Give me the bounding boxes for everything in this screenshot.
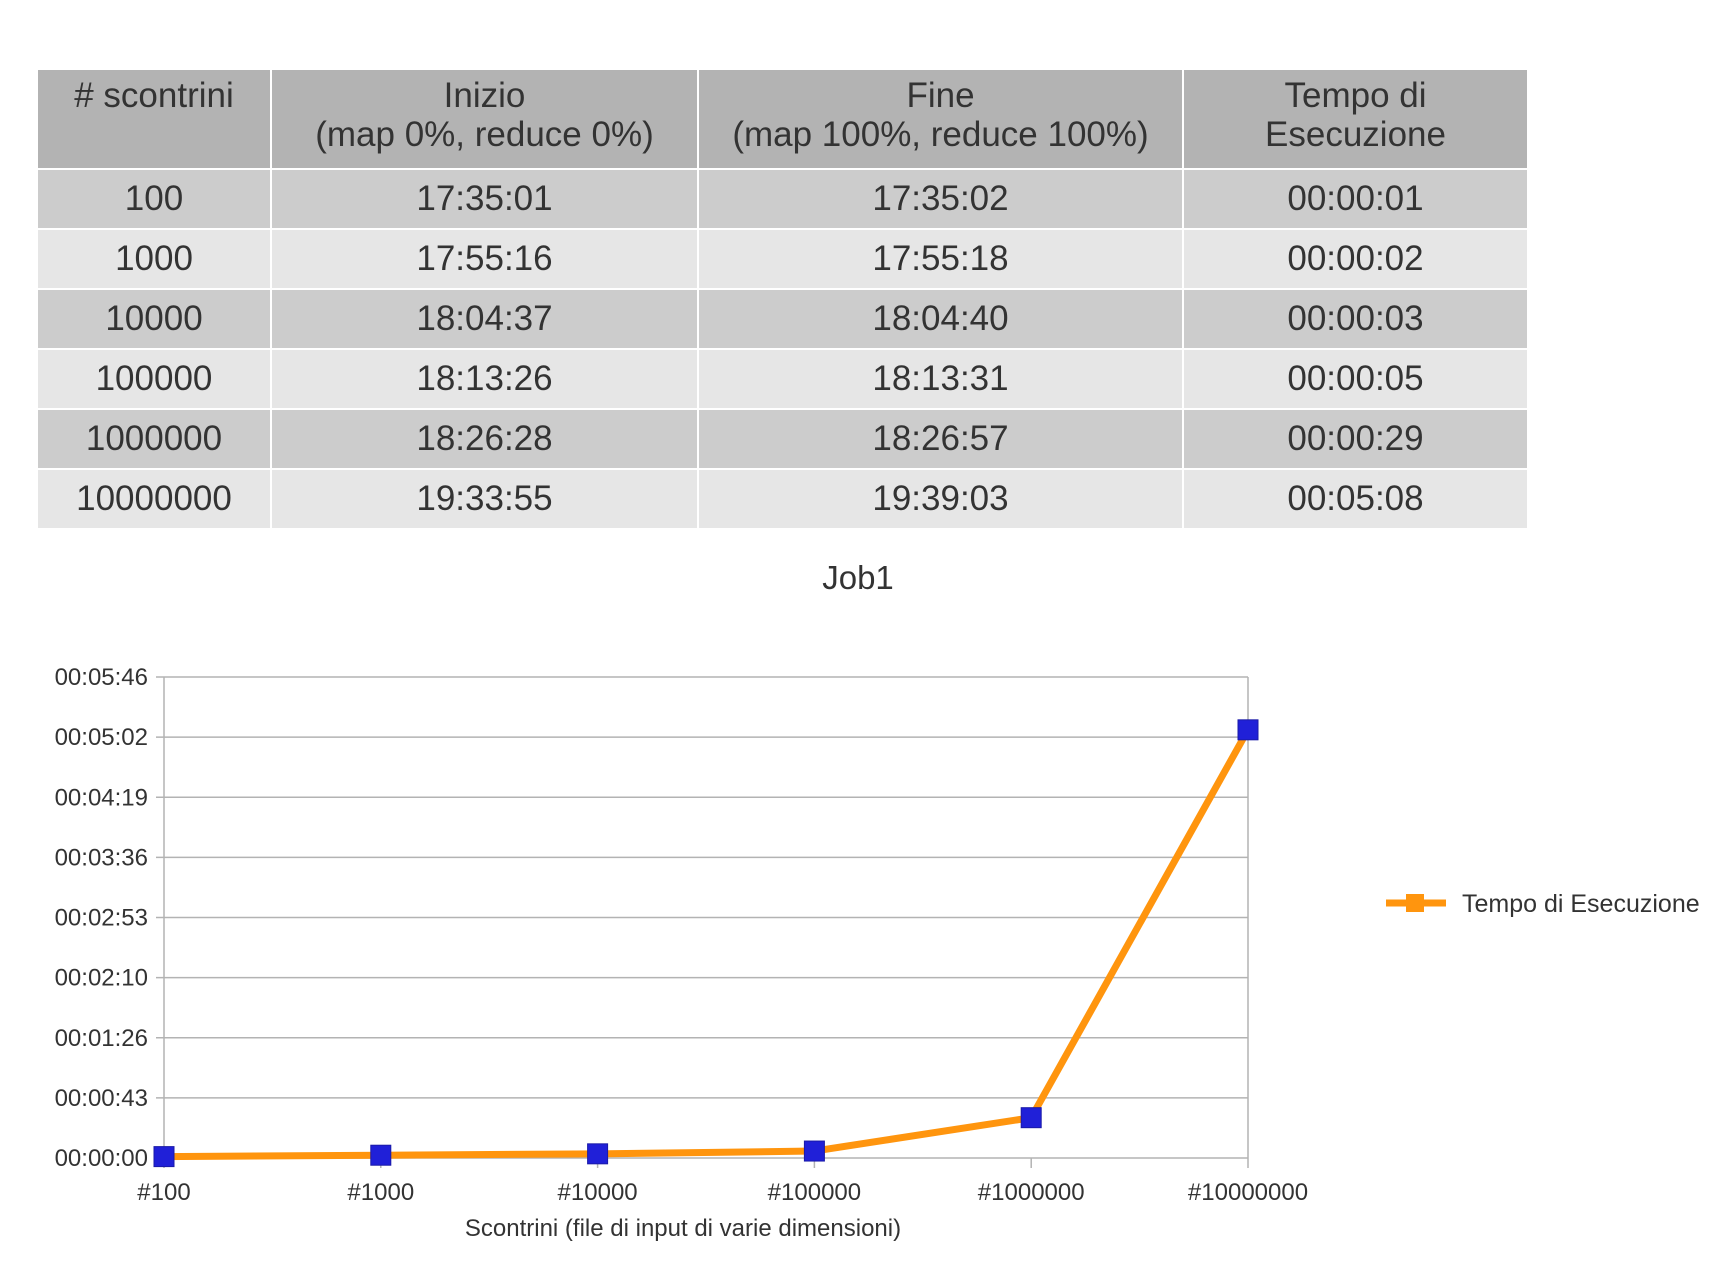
data-point-marker: [370, 1144, 392, 1166]
x-tick-label: #1000000: [978, 1179, 1085, 1206]
chart-title: Job1: [822, 559, 894, 596]
table-row: 100000 18:13:26 18:13:31 00:00:05: [36, 348, 1529, 410]
table-cell: 1000000: [36, 408, 272, 470]
table-row: 1000000 18:26:28 18:26:57 00:00:29: [36, 408, 1529, 470]
table-row: 100 17:35:01 17:35:02 00:00:01: [36, 168, 1529, 230]
table-header-cell: # scontrini: [36, 68, 272, 170]
table-cell: 00:00:05: [1182, 348, 1529, 410]
table-header-text: Esecuzione: [1265, 115, 1446, 154]
table-header-cell: Inizio (map 0%, reduce 0%): [270, 68, 699, 170]
table-header-row: # scontrini Inizio (map 0%, reduce 0%) Fine…: [36, 68, 1529, 170]
table-header-cell: Fine (map 100%, reduce 100%): [697, 68, 1184, 170]
data-point-marker: [1020, 1107, 1042, 1129]
y-tick-label: 00:05:02: [55, 724, 148, 751]
y-axis-ticks: 00:00:00 00:00:43 00:01:26 00:02:10 00:02:53…: [55, 664, 148, 1172]
table-cell: 19:33:55: [270, 468, 699, 530]
table-body: 100 17:35:01 17:35:02 00:00:01 1000 17:55:16 1…: [36, 168, 1529, 530]
x-tick-label: #1000: [347, 1179, 414, 1206]
series-layer: [153, 719, 1259, 1168]
y-tick-label: 00:00:43: [55, 1085, 148, 1112]
series-line: [163, 728, 1252, 1161]
data-point-marker: [153, 1146, 175, 1168]
table-cell: 18:26:57: [697, 408, 1184, 470]
legend-marker-swatch: [1406, 894, 1424, 912]
legend: Tempo di Esecuzione: [1386, 890, 1700, 918]
table-row: 1000 17:55:16 17:55:18 00:00:02: [36, 228, 1529, 290]
table-cell: 18:04:40: [697, 288, 1184, 350]
table-cell: 18:04:37: [270, 288, 699, 350]
table-row: 10000000 19:33:55 19:39:03 00:05:08: [36, 468, 1529, 530]
x-tick-label: #10000000: [1188, 1179, 1308, 1206]
table-cell: 17:55:18: [697, 228, 1184, 290]
table-cell: 17:35:01: [270, 168, 699, 230]
data-point-marker: [1237, 719, 1259, 741]
grid-layer: [156, 676, 1249, 1159]
table-header-text: Inizio: [443, 76, 526, 115]
x-tick-label: #100000: [768, 1179, 861, 1206]
table-cell: 100000: [36, 348, 272, 410]
y-tick-label: 00:05:46: [55, 664, 148, 691]
legend-label: Tempo di Esecuzione: [1462, 890, 1700, 918]
y-tick-label: 00:00:00: [55, 1145, 148, 1172]
data-table: # scontrini Inizio (map 0%, reduce 0%) Fine…: [36, 68, 1529, 530]
table-header-text: (map 0%, reduce 0%): [315, 115, 654, 154]
table-header-text: Fine: [906, 76, 975, 115]
table-cell: 10000: [36, 288, 272, 350]
table-header-text: Tempo di: [1284, 76, 1427, 115]
y-tick-label: 00:04:19: [55, 784, 148, 811]
y-tick-label: 00:01:26: [55, 1025, 148, 1052]
data-point-marker: [587, 1143, 609, 1165]
x-axis-ticks: #100 #1000 #10000 #100000 #1000000 #10000000: [137, 1158, 1308, 1206]
data-point-marker: [803, 1140, 825, 1162]
table-cell: 00:00:03: [1182, 288, 1529, 350]
table-cell: 18:26:28: [270, 408, 699, 470]
table-cell: 18:13:26: [270, 348, 699, 410]
table-cell: 10000000: [36, 468, 272, 530]
table-cell: 18:13:31: [697, 348, 1184, 410]
table-cell: 00:00:02: [1182, 228, 1529, 290]
table-header-text: (map 100%, reduce 100%): [732, 115, 1149, 154]
y-tick-label: 00:03:36: [55, 844, 148, 871]
table-cell: 00:00:01: [1182, 168, 1529, 230]
x-axis-label: Scontrini (file di input di varie dimens…: [465, 1215, 901, 1242]
table-cell: 17:55:16: [270, 228, 699, 290]
table-header-text: # scontrini: [74, 76, 234, 115]
line-chart: Job1 00:00:0000:00:4300:01:2600:02:1000:…: [55, 559, 1700, 1242]
table-header-cell: Tempo di Esecuzione: [1182, 68, 1529, 170]
table-cell: 19:39:03: [697, 468, 1184, 530]
table-cell: 00:00:29: [1182, 408, 1529, 470]
y-tick-label: 00:02:10: [55, 965, 148, 992]
x-tick-label: #100: [137, 1179, 190, 1206]
table-cell: 17:35:02: [697, 168, 1184, 230]
table-cell: 1000: [36, 228, 272, 290]
x-tick-label: #10000: [558, 1179, 638, 1206]
table-row: 10000 18:04:37 18:04:40 00:00:03: [36, 288, 1529, 350]
table-cell: 100: [36, 168, 272, 230]
table-cell: 00:05:08: [1182, 468, 1529, 530]
y-tick-label: 00:02:53: [55, 905, 148, 932]
